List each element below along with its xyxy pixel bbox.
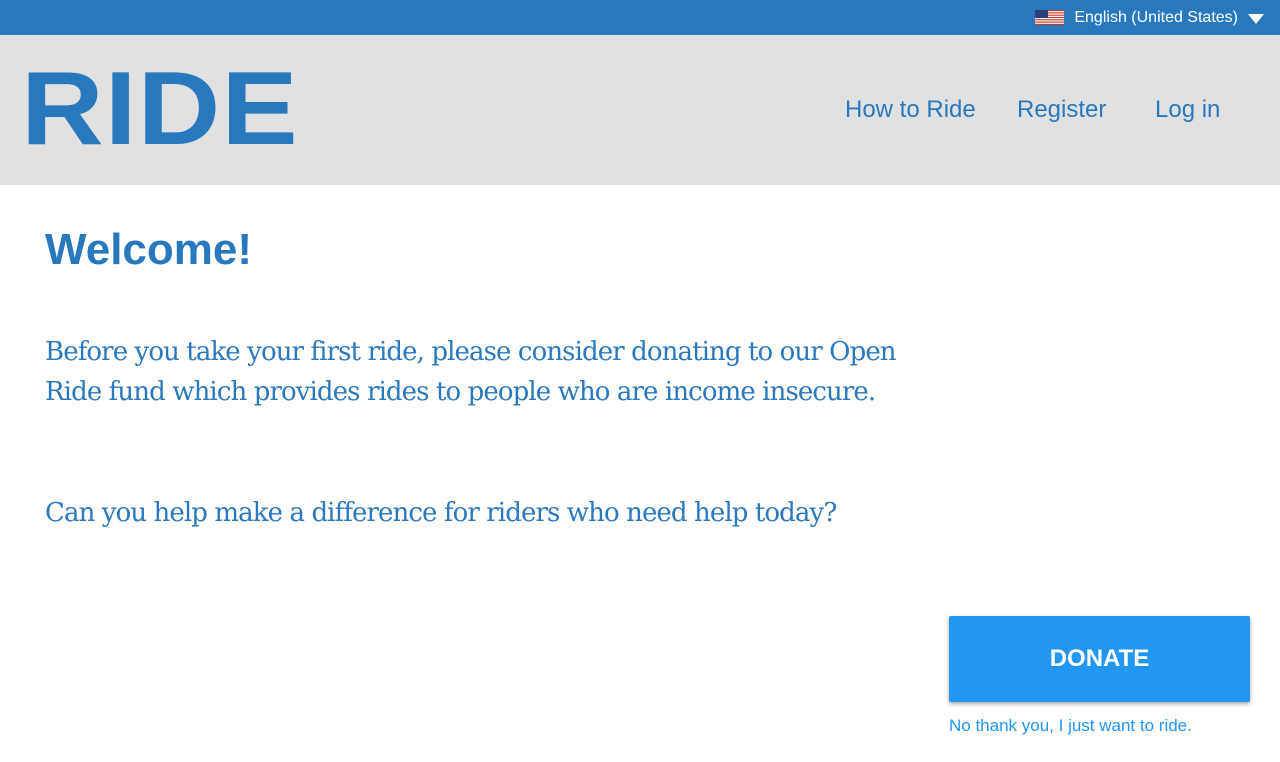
nav-log-in[interactable]: Log in [1155,35,1220,185]
us-flag-icon [1035,10,1065,25]
donation-intro-text: Before you take your first ride, please … [45,337,897,407]
donation-question-text: Can you help make a difference for rider… [45,498,837,528]
ride-logo[interactable]: RIDE [21,57,299,161]
decline-donation-link[interactable]: No thank you, I just want to ride. [949,716,1192,736]
nav-how-to-ride[interactable]: How to Ride [845,35,976,185]
chevron-down-icon [1248,14,1264,24]
donate-button[interactable]: DONATE [949,616,1250,702]
site-header: RIDE How to Ride Register Log in [0,35,1280,185]
language-label: English (United States) [1074,8,1238,26]
top-bar: English (United States) [0,0,1280,35]
page-title: Welcome! [45,225,253,274]
nav-register[interactable]: Register [1017,35,1106,185]
language-selector[interactable]: English (United States) [1035,0,1264,35]
